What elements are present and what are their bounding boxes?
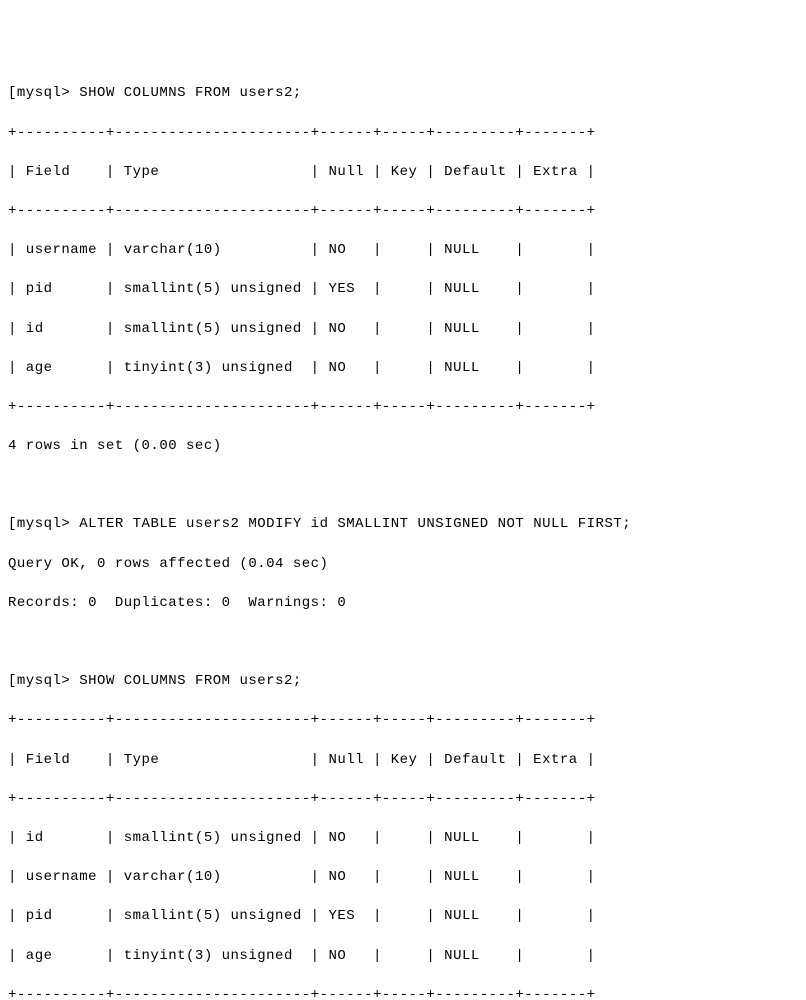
table-row: | username | varchar(10) | NO | | NULL |…	[8, 241, 798, 261]
result-summary: 4 rows in set (0.00 sec)	[8, 437, 798, 457]
records-summary: Records: 0 Duplicates: 0 Warnings: 0	[8, 594, 798, 614]
sql-query-2: ALTER TABLE users2 MODIFY id SMALLINT UN…	[79, 516, 631, 532]
table-divider: +----------+----------------------+-----…	[8, 986, 798, 1000]
mysql-prompt: mysql>	[17, 673, 70, 689]
blank-line	[8, 633, 798, 653]
table-row: | pid | smallint(5) unsigned | YES | | N…	[8, 280, 798, 300]
table-row: | age | tinyint(3) unsigned | NO | | NUL…	[8, 359, 798, 379]
blank-line	[8, 476, 798, 496]
table-row: | age | tinyint(3) unsigned | NO | | NUL…	[8, 947, 798, 967]
prompt-line-1: [mysql> SHOW COLUMNS FROM users2;	[8, 84, 798, 104]
table-header-row: | Field | Type | Null | Key | Default | …	[8, 163, 798, 183]
bracket-icon: [	[8, 85, 17, 101]
table-row: | username | varchar(10) | NO | | NULL |…	[8, 868, 798, 888]
mysql-prompt: mysql>	[17, 516, 70, 532]
table-row: | pid | smallint(5) unsigned | YES | | N…	[8, 907, 798, 927]
bracket-icon: [	[8, 673, 17, 689]
table-divider: +----------+----------------------+-----…	[8, 711, 798, 731]
table-divider: +----------+----------------------+-----…	[8, 124, 798, 144]
table-divider: +----------+----------------------+-----…	[8, 790, 798, 810]
table-divider: +----------+----------------------+-----…	[8, 202, 798, 222]
table-header-row: | Field | Type | Null | Key | Default | …	[8, 751, 798, 771]
bracket-icon: [	[8, 516, 17, 532]
prompt-line-2: [mysql> ALTER TABLE users2 MODIFY id SMA…	[8, 515, 798, 535]
table-row: | id | smallint(5) unsigned | NO | | NUL…	[8, 320, 798, 340]
sql-query-3: SHOW COLUMNS FROM users2;	[79, 673, 302, 689]
prompt-line-3: [mysql> SHOW COLUMNS FROM users2;	[8, 672, 798, 692]
table-divider: +----------+----------------------+-----…	[8, 398, 798, 418]
mysql-prompt: mysql>	[17, 85, 70, 101]
query-ok-result: Query OK, 0 rows affected (0.04 sec)	[8, 555, 798, 575]
sql-query-1: SHOW COLUMNS FROM users2;	[79, 85, 302, 101]
table-row: | id | smallint(5) unsigned | NO | | NUL…	[8, 829, 798, 849]
